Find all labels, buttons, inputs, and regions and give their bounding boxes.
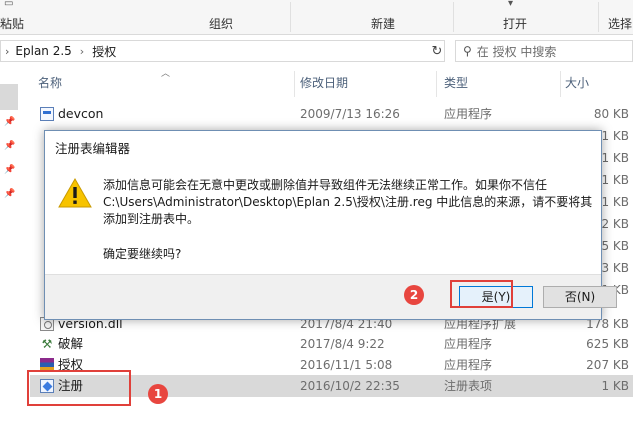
refresh-icon[interactable]: ↻ <box>430 45 444 59</box>
search-placeholder: 在 授权 中搜索 <box>476 44 557 59</box>
pin-icon[interactable]: 📌 <box>4 117 15 127</box>
column-header-date[interactable]: 修改日期 <box>292 67 436 100</box>
file-name: 破解 <box>58 336 84 351</box>
breadcrumb-eplan[interactable]: Eplan 2.5 <box>15 44 71 58</box>
dialog-message-line: 添加到注册表中。 <box>103 212 200 226</box>
exe-icon <box>40 107 54 121</box>
column-header-type[interactable]: 类型 <box>436 67 560 100</box>
ribbon-group-new[interactable]: 新建 <box>371 15 395 32</box>
dialog-title: 注册表编辑器 <box>55 141 131 156</box>
nav-selected-item[interactable] <box>0 84 18 110</box>
column-header-size[interactable]: 大小 <box>557 67 633 100</box>
annotation-box-file <box>27 370 131 406</box>
file-date: 2016/10/2 22:35 <box>300 379 400 393</box>
ribbon: ▭ 粘贴 组织 新建 ▾ 打开 选择 <box>0 0 633 35</box>
chevron-right-icon: › <box>79 44 85 58</box>
ribbon-group-open[interactable]: 打开 <box>503 15 527 32</box>
crack-icon: ⚒ <box>41 337 53 351</box>
ribbon-group-organize[interactable]: 组织 <box>209 15 233 32</box>
navigation-pane: 📌 📌 📌 📌 <box>0 67 18 435</box>
breadcrumb-current[interactable]: 授权 <box>92 43 116 60</box>
file-size: 625 KB <box>586 337 629 351</box>
registry-editor-dialog: 注册表编辑器 添加信息可能会在无意中更改或删除值并导致组件无法继续正常工作。如果… <box>44 130 617 320</box>
column-header-name[interactable]: 名称 <box>30 67 292 100</box>
pin-icon[interactable]: 📌 <box>4 189 15 199</box>
paste-icon: ▭ <box>4 0 14 9</box>
ribbon-group-paste[interactable]: 粘贴 <box>0 15 24 32</box>
file-date: 2016/11/1 5:08 <box>300 358 393 372</box>
file-size: 80 KB <box>593 107 629 121</box>
no-button[interactable]: 否(N) <box>543 286 617 308</box>
annotation-step-1: 1 <box>148 384 168 404</box>
dialog-message-line: 添加信息可能会在无意中更改或删除值并导致组件无法继续正常工作。如果你不信任 <box>103 178 548 192</box>
annotation-box-yes <box>450 280 513 308</box>
dialog-confirm-question: 确定要继续吗? <box>103 247 182 261</box>
address-bar[interactable]: › Eplan 2.5 › 授权 ↻ <box>0 40 445 62</box>
ribbon-divider <box>453 2 454 32</box>
dialog-message: 添加信息可能会在无意中更改或删除值并导致组件无法继续正常工作。如果你不信任 C:… <box>103 177 593 228</box>
horizontal-scrollbar[interactable] <box>0 431 633 435</box>
chevron-right-icon: › <box>5 44 10 58</box>
file-type: 注册表项 <box>444 379 493 393</box>
warning-icon <box>58 177 92 208</box>
address-row: › Eplan 2.5 › 授权 ↻ ⚲ 在 授权 中搜索 <box>0 35 633 67</box>
file-type: 应用程序 <box>444 337 493 351</box>
file-row[interactable]: devcon 2009/7/13 16:26 应用程序 80 KB <box>30 103 633 125</box>
file-type: 应用程序 <box>444 358 493 372</box>
column-header-row: 名称 修改日期 类型 大小 <box>30 67 633 100</box>
annotation-step-2: 2 <box>404 285 424 305</box>
dialog-button-bar: 是(Y) 否(N) <box>45 274 617 319</box>
ribbon-group-select[interactable]: 选择 <box>608 15 632 32</box>
file-name: devcon <box>58 106 104 121</box>
open-icon: ▾ <box>508 0 514 9</box>
ribbon-divider <box>598 2 599 32</box>
file-row[interactable]: ⚒ 破解 2017/8/4 9:22 应用程序 625 KB <box>30 333 633 355</box>
pin-icon[interactable]: 📌 <box>4 165 15 175</box>
pin-icon[interactable]: 📌 <box>4 141 15 151</box>
search-input[interactable]: ⚲ 在 授权 中搜索 <box>455 40 633 62</box>
dialog-content: 添加信息可能会在无意中更改或删除值并导致组件无法继续正常工作。如果你不信任 C:… <box>45 165 601 275</box>
file-size: 207 KB <box>586 358 629 372</box>
search-icon: ⚲ <box>463 44 472 58</box>
file-date: 2017/8/4 9:22 <box>300 337 385 351</box>
file-size: 1 KB <box>601 379 629 393</box>
file-type: 应用程序 <box>444 107 493 121</box>
dialog-message-line: C:\Users\Administrator\Desktop\Eplan 2.5… <box>103 195 593 209</box>
file-date: 2009/7/13 16:26 <box>300 107 400 121</box>
ribbon-divider <box>290 2 291 32</box>
